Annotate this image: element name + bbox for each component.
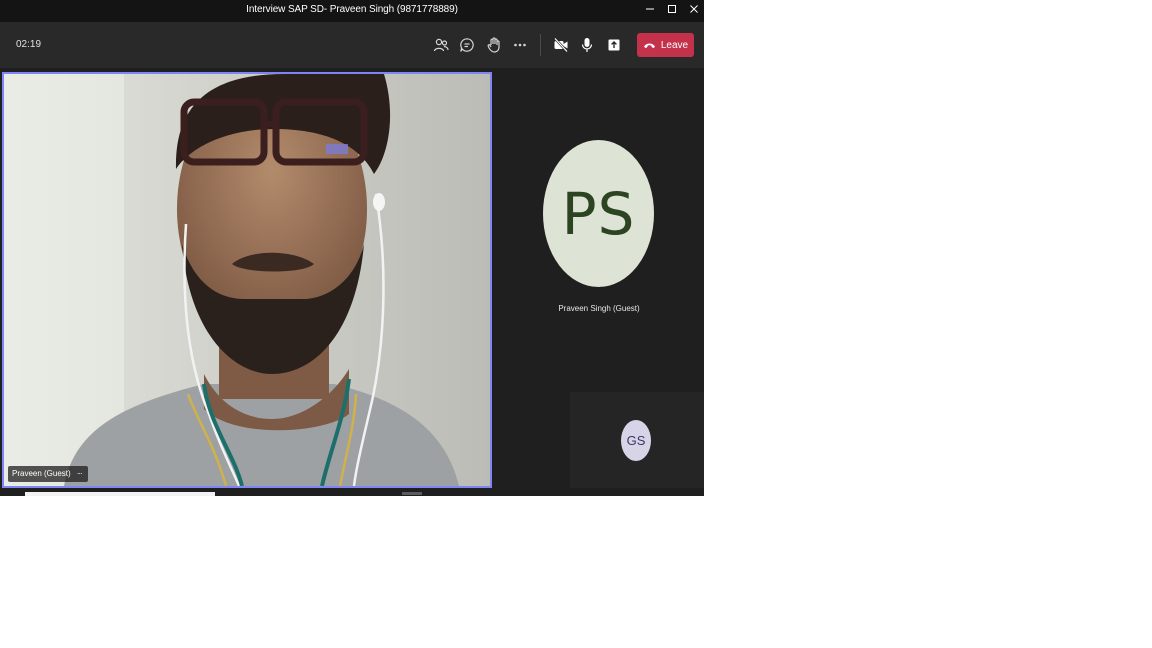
leave-meeting-button[interactable]: Leave [637, 33, 694, 57]
microphone-toggle-button[interactable] [576, 34, 598, 56]
participant-video-feed [4, 74, 490, 486]
maximize-button[interactable] [661, 0, 683, 18]
scrollbar-marker [402, 492, 422, 495]
meeting-stage: Praveen (Guest) ··· PS Praveen Singh (Gu… [0, 68, 704, 496]
raise-hand-icon [487, 37, 500, 53]
close-button[interactable] [683, 0, 705, 18]
leave-label: Leave [660, 39, 689, 51]
chat-icon [460, 38, 474, 52]
camera-toggle-button[interactable] [550, 34, 572, 56]
participant-avatar[interactable]: PS [543, 140, 654, 287]
close-icon [690, 5, 698, 13]
scrollbar-thumb[interactable] [25, 492, 215, 496]
maximize-icon [668, 5, 676, 13]
main-video-tile[interactable]: Praveen (Guest) ··· [2, 72, 492, 488]
meeting-toolbar: 02:19 Leave [0, 22, 704, 68]
share-screen-icon [608, 39, 620, 51]
teams-meeting-window: Interview SAP SD- Praveen Singh (9871778… [0, 0, 704, 496]
minimize-icon [646, 8, 654, 10]
video-participant-name: Praveen (Guest) [12, 469, 71, 478]
more-options-icon [514, 43, 526, 47]
toolbar-divider [540, 34, 541, 56]
meeting-timer: 02:19 [16, 39, 42, 50]
hang-up-icon [643, 43, 655, 48]
participant-more-options[interactable]: ··· [77, 466, 83, 482]
self-avatar: GS [621, 420, 651, 461]
more-actions-button[interactable] [509, 34, 531, 56]
show-conversation-button[interactable] [456, 34, 478, 56]
microphone-icon [581, 38, 593, 52]
people-icon [433, 38, 449, 52]
raise-hand-button[interactable] [483, 34, 505, 56]
camera-off-icon [554, 37, 568, 53]
stage-scrollbar[interactable] [0, 488, 704, 496]
minimize-button[interactable] [639, 0, 661, 18]
self-preview-tile[interactable]: GS [570, 392, 704, 488]
show-participants-button[interactable] [430, 34, 452, 56]
share-content-button[interactable] [603, 34, 625, 56]
title-bar: Interview SAP SD- Praveen Singh (9871778… [0, 0, 704, 22]
video-name-tag: Praveen (Guest) ··· [8, 466, 88, 482]
participant-name-label: Praveen Singh (Guest) [558, 304, 640, 313]
window-title: Interview SAP SD- Praveen Singh (9871778… [246, 4, 458, 15]
